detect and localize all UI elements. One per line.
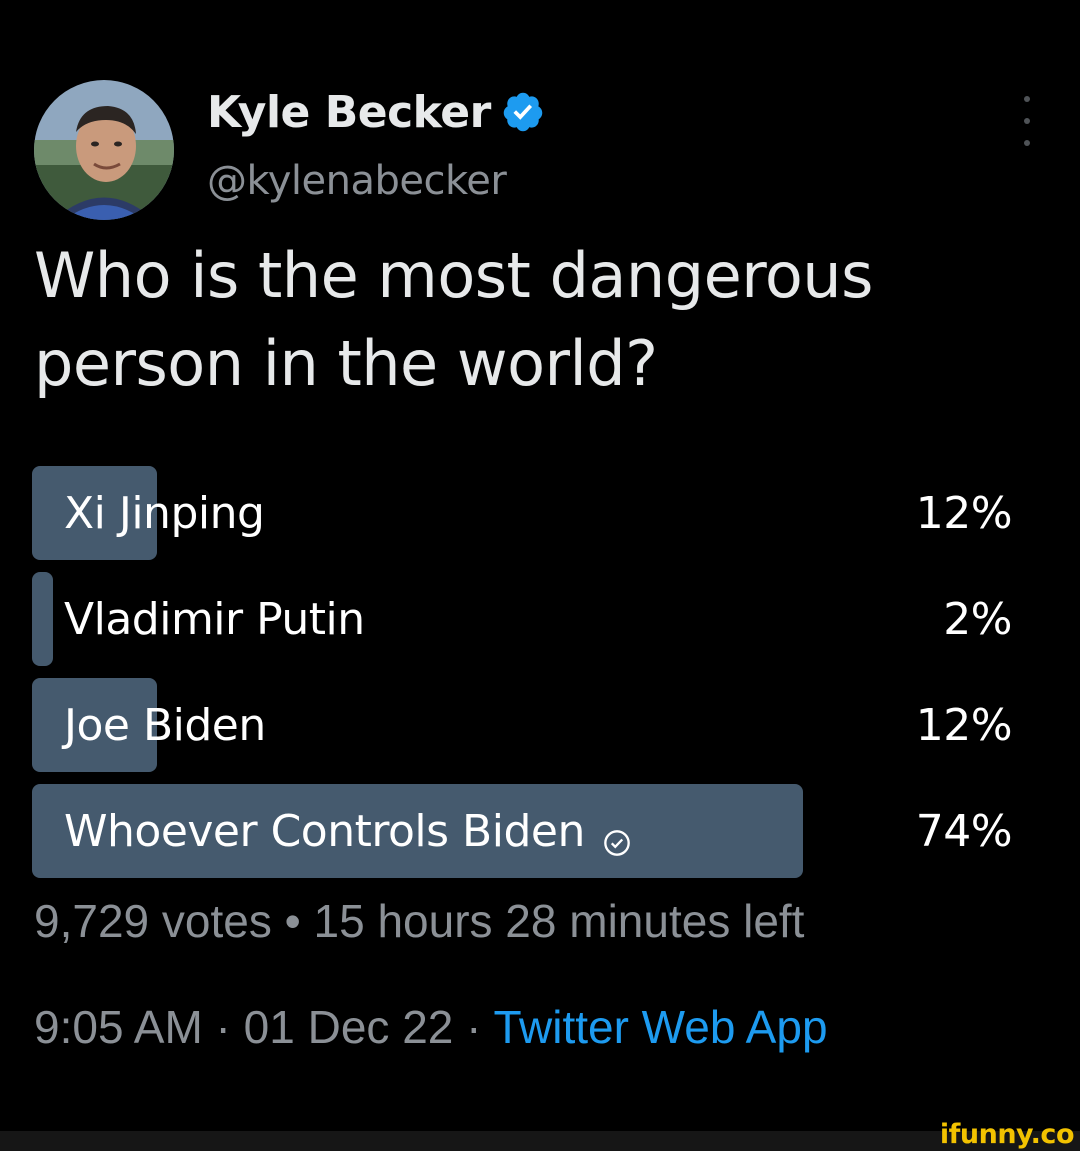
poll-option: Joe Biden 12% (32, 678, 1022, 772)
tweet-source-link[interactable]: Twitter Web App (493, 1001, 827, 1053)
tweet-time[interactable]: 9:05 AM (34, 1001, 203, 1053)
poll: Xi Jinping 12% Vladimir Putin 2% Joe Bid… (32, 466, 1022, 890)
verified-badge-icon (501, 90, 545, 134)
poll-meta-separator: • (271, 895, 314, 947)
poll-option-bar (32, 572, 53, 666)
poll-option-percent: 2% (943, 593, 1012, 645)
poll-option-percent: 12% (915, 487, 1013, 539)
timestamp-separator: · (453, 1001, 494, 1053)
author-handle[interactable]: @kylenabecker (207, 158, 507, 204)
poll-option-selected: Whoever Controls Biden 74% (32, 784, 1022, 878)
author-display-name[interactable]: Kyle Becker (207, 87, 491, 138)
poll-time-left: 15 hours 28 minutes left (313, 895, 805, 947)
author-name-row[interactable]: Kyle Becker (207, 82, 545, 142)
poll-option: Xi Jinping 12% (32, 466, 1022, 560)
poll-option-percent: 74% (915, 805, 1013, 857)
poll-option-percent: 12% (915, 699, 1013, 751)
poll-option-label: Vladimir Putin (64, 593, 365, 645)
ifunny-watermark: ifunny.co (939, 1119, 1075, 1150)
avatar-image (34, 80, 174, 220)
footer-bar (0, 1131, 1080, 1151)
poll-meta: 9,729 votes • 15 hours 28 minutes left (34, 894, 804, 948)
poll-votes: 9,729 votes (34, 895, 272, 947)
tweet-timestamp-row: 9:05 AM · 01 Dec 22 · Twitter Web App (34, 1000, 828, 1054)
poll-option-label: Xi Jinping (64, 487, 265, 539)
tweet-text: Who is the most dangerous person in the … (34, 239, 873, 400)
poll-option: Vladimir Putin 2% (32, 572, 1022, 666)
tweet-date[interactable]: 01 Dec 22 (244, 1001, 454, 1053)
timestamp-separator: · (202, 1001, 244, 1053)
poll-option-label: Joe Biden (64, 699, 266, 751)
poll-option-label: Whoever Controls Biden (64, 784, 631, 878)
more-vertical-icon[interactable] (1012, 96, 1042, 146)
avatar[interactable] (34, 80, 174, 220)
check-circle-icon (603, 817, 631, 856)
